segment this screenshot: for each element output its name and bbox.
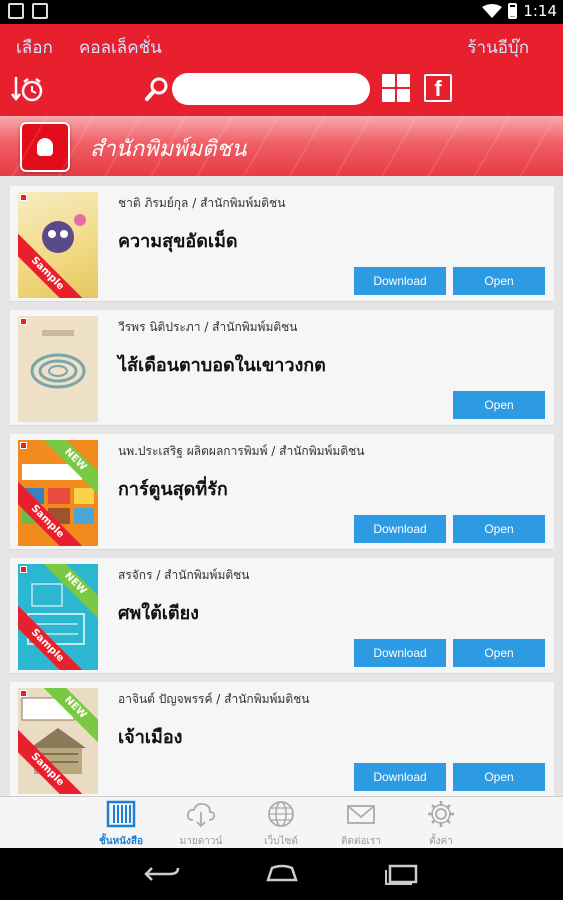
open-button[interactable]: Open [453,391,545,419]
open-button[interactable]: Open [453,639,545,667]
search-icon[interactable] [144,76,170,102]
sample-marker [20,442,27,449]
alarm-sort-icon[interactable] [10,74,44,106]
grid-cell [397,89,410,102]
app-header: เลือก คอลเล็คชั่น ร้านอีบุ๊ก f [0,24,563,116]
facebook-icon[interactable]: f [424,74,452,102]
nav-label: ติดต่อเรา [341,836,381,847]
book-item[interactable]: NEW Sample อาจินต์ ปัญจพรรค์ / สำนักพิมพ… [10,682,554,796]
publisher-logo [20,122,70,172]
open-button[interactable]: Open [453,515,545,543]
ebook-store-link[interactable]: ร้านอีบุ๊ก [467,34,529,61]
book-item[interactable]: วีรพร นิติประภา / สำนักพิมพ์มติชน ไส้เดื… [10,310,554,426]
book-cover[interactable]: Sample [18,192,98,298]
bottom-nav: ชั้นหนังสือ มายดาวน์ เว็บไซต์ ติดต่อเรา … [0,796,563,848]
download-button[interactable]: Download [354,267,446,295]
nav-contact[interactable]: ติดต่อเรา [326,797,396,849]
globe-icon [268,801,294,827]
open-button[interactable]: Open [453,763,545,791]
envelope-icon [347,805,375,824]
status-bar: 1:14 [0,0,563,24]
publisher-name: สำนักพิมพ์มติชน [90,137,247,162]
gear-icon [428,801,454,827]
home-icon[interactable] [262,862,302,886]
grid-cell [382,89,395,102]
book-author: อาจินต์ ปัญจพรรค์ / สำนักพิมพ์มติชน [118,692,310,706]
nav-bookshelf[interactable]: ชั้นหนังสือ [86,797,156,849]
download-button[interactable]: Download [354,515,446,543]
select-link[interactable]: เลือก [16,34,53,61]
book-cover[interactable]: NEW Sample [18,440,98,546]
book-cover[interactable] [18,316,98,422]
sample-marker [20,566,27,573]
notification-icon [8,3,24,19]
wifi-icon [482,4,503,18]
notification-icon [32,3,48,19]
sample-marker [20,690,27,697]
book-cover[interactable]: NEW Sample [18,564,98,670]
book-list: Sample ชาติ ภิรมย์กุล / สำนักพิมพ์มติชน … [0,176,563,796]
book-title: การ์ตูนสุดที่รัก [118,479,228,500]
cloud-download-icon [186,802,216,828]
collection-link[interactable]: คอลเล็คชั่น [79,34,162,61]
bookshelf-icon [106,800,136,828]
book-title: เจ้าเมือง [118,727,183,748]
nav-label: มายดาวน์ [179,836,223,847]
book-author: ชาติ ภิรมย์กุล / สำนักพิมพ์มติชน [118,196,286,210]
recent-apps-icon[interactable] [382,862,422,886]
nav-settings[interactable]: ตั้งค่า [406,797,476,849]
book-title: ความสุขอัดเม็ด [118,231,238,252]
book-title: ไส้เดือนตาบอดในเขาวงกต [118,355,326,376]
book-author: นพ.ประเสริฐ ผลิตผลการพิมพ์ / สำนักพิมพ์ม… [118,444,365,458]
cover-illustration [30,330,86,389]
open-button[interactable]: Open [453,267,545,295]
book-item[interactable]: NEW Sample สรจักร / สำนักพิมพ์มติชน ศพใต… [10,558,554,674]
book-item[interactable]: Sample ชาติ ภิรมย์กุล / สำนักพิมพ์มติชน … [10,186,554,302]
nav-my-download[interactable]: มายดาวน์ [166,797,236,849]
nav-label: เว็บไซต์ [264,836,298,847]
download-button[interactable]: Download [354,763,446,791]
battery-icon [508,3,518,19]
book-cover[interactable]: NEW Sample [18,688,98,794]
grid-cell [382,74,395,87]
download-button[interactable]: Download [354,639,446,667]
publisher-banner: สำนักพิมพ์มติชน [0,116,563,176]
book-title: ศพใต้เตียง [118,603,199,624]
book-item[interactable]: NEW Sample นพ.ประเสริฐ ผลิตผลการพิมพ์ / … [10,434,554,550]
book-author: สรจักร / สำนักพิมพ์มติชน [118,568,250,582]
back-icon[interactable] [142,862,182,886]
book-author: วีรพร นิติประภา / สำนักพิมพ์มติชน [118,320,298,334]
nav-label: ชั้นหนังสือ [98,836,144,847]
sample-marker [20,194,27,201]
grid-cell [397,74,410,87]
nav-label: ตั้งค่า [429,836,453,847]
sample-marker [20,318,27,325]
status-time: 1:14 [523,2,557,20]
toolbar: f [0,72,563,110]
nav-website[interactable]: เว็บไซต์ [246,797,316,849]
grid-view-icon[interactable] [382,74,410,102]
search-input[interactable] [172,73,370,105]
system-nav-bar [0,848,563,900]
